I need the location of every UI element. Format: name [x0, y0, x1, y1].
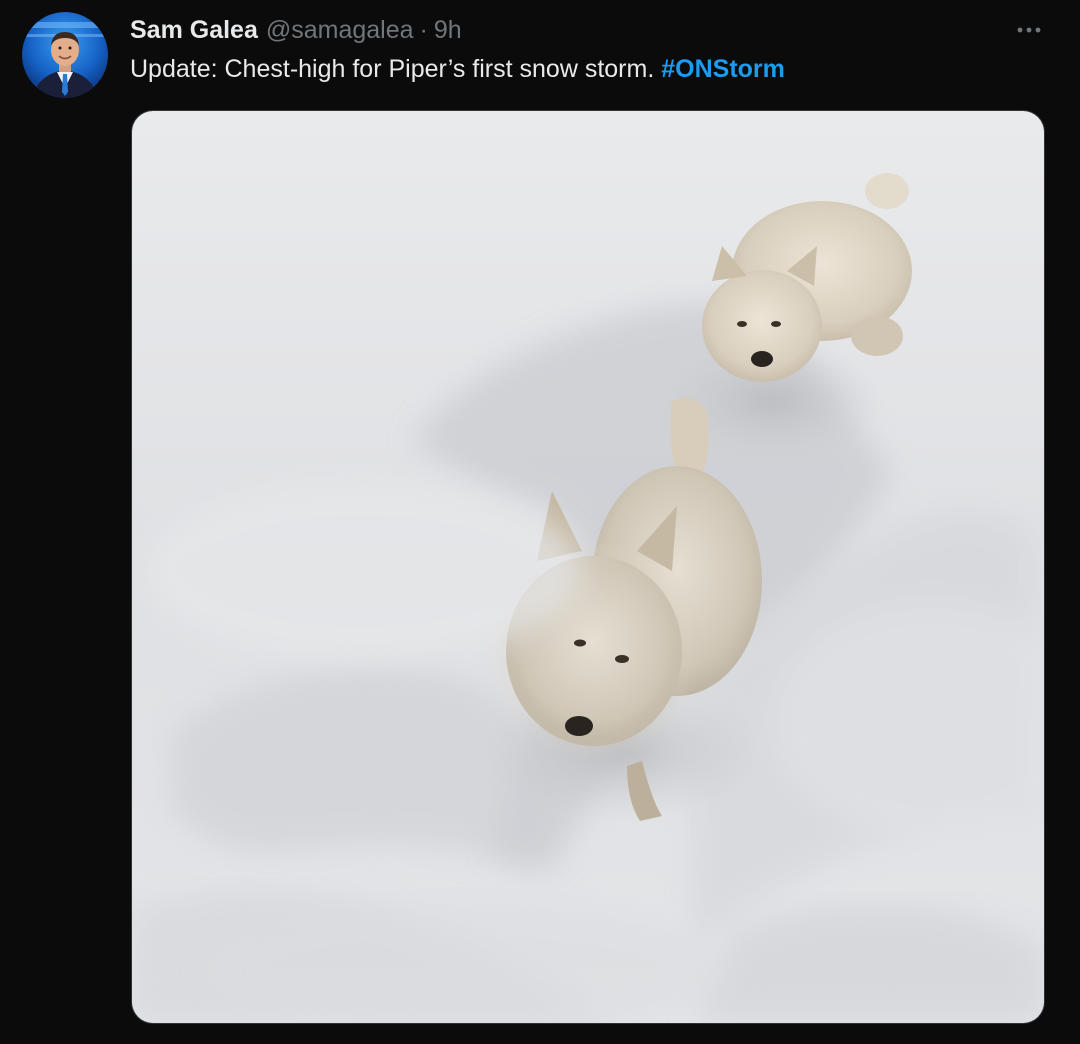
- author-avatar[interactable]: [22, 12, 108, 98]
- more-options-icon: [1017, 27, 1041, 33]
- more-options-button[interactable]: [1014, 16, 1044, 44]
- author-handle[interactable]: @samagalea: [266, 16, 414, 45]
- tweet-media-image[interactable]: [131, 110, 1045, 1024]
- tweet: Sam Galea @samagalea · 9h Update: Chest-…: [0, 0, 1080, 1044]
- separator-dot: ·: [419, 15, 428, 44]
- snow-dogs-photo: [132, 111, 1044, 1023]
- profile-photo-icon: [22, 12, 108, 98]
- tweet-header: Sam Galea @samagalea · 9h: [130, 12, 462, 48]
- author-display-name[interactable]: Sam Galea: [130, 16, 258, 45]
- tweet-text: Update: Chest-high for Piper’s first sno…: [130, 52, 785, 86]
- tweet-timestamp[interactable]: 9h: [434, 16, 462, 45]
- hashtag-link[interactable]: #ONStorm: [661, 55, 785, 83]
- tweet-body: Update: Chest-high for Piper’s first sno…: [130, 55, 655, 83]
